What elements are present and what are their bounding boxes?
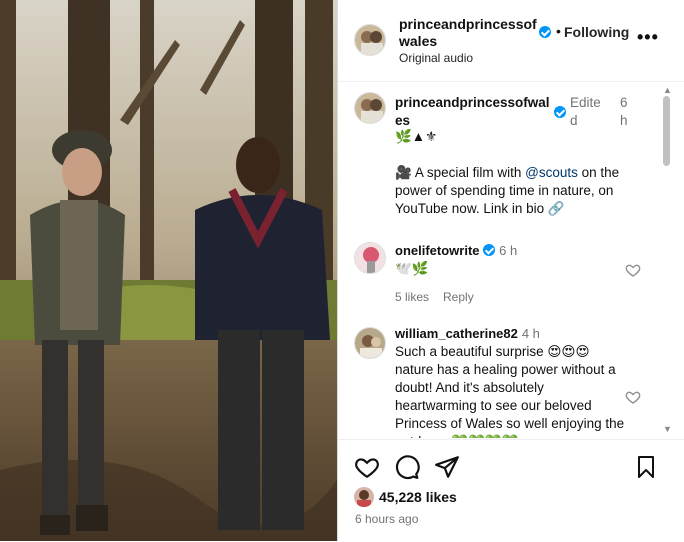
scrollbar-thumb[interactable]	[663, 96, 670, 166]
post-actions: 45,228 likes 6 hours ago	[338, 439, 684, 542]
reply-button[interactable]: Reply	[443, 290, 474, 304]
like-comment-heart-icon[interactable]	[625, 389, 641, 405]
caption-emoji-line: 🌿▲⚜	[395, 129, 438, 144]
share-send-icon[interactable]	[434, 454, 460, 480]
post-header: princeandprincessof wales • Following Or…	[338, 0, 684, 82]
edited-label: Edited	[570, 95, 601, 128]
comment-text: 🕊️🌿	[395, 261, 429, 276]
username-line-1: princeandprincessof	[399, 16, 537, 32]
avatar-image	[355, 25, 385, 55]
liker-avatar[interactable]	[354, 487, 374, 507]
commenter-avatar[interactable]	[354, 242, 386, 274]
verified-badge-icon	[483, 244, 496, 256]
forest-scene-image	[0, 0, 337, 541]
comment-likes[interactable]: 5 likes	[395, 290, 429, 304]
comment-item: onelifetowrite 6 h 🕊️🌿 5 likes Reply	[338, 232, 658, 317]
avatar-image	[355, 243, 385, 273]
post-side-panel: princeandprincessof wales • Following Or…	[337, 0, 684, 541]
account-avatar[interactable]	[354, 24, 386, 56]
like-heart-icon[interactable]	[354, 454, 380, 480]
scroll-up-icon[interactable]: ▲	[663, 85, 672, 95]
post-photo[interactable]	[0, 0, 337, 541]
comments-list[interactable]: princeandprincessofwales Edited 6 h 🌿▲⚜ …	[338, 82, 684, 438]
caption-text-prefix: 🎥 A special film with	[395, 165, 526, 180]
save-bookmark-icon[interactable]	[634, 454, 658, 480]
following-button[interactable]: Following	[564, 24, 629, 40]
avatar-image	[355, 328, 385, 358]
account-username[interactable]: princeandprincessof wales	[399, 16, 537, 50]
caption-username[interactable]: princeandprincessofwales	[395, 94, 555, 130]
comment-username[interactable]: william_catherine82 4 h	[395, 325, 540, 343]
comment-username-text: onelifetowrite	[395, 243, 480, 258]
verified-badge-icon	[539, 26, 551, 38]
likes-count[interactable]: 45,228 likes	[379, 489, 457, 505]
comment-meta: 5 likes Reply	[395, 290, 488, 304]
comment-username[interactable]: onelifetowrite 6 h	[395, 242, 517, 260]
avatar-image	[354, 487, 374, 507]
verified-badge-icon	[554, 106, 566, 118]
caption-item: princeandprincessofwales Edited 6 h 🌿▲⚜ …	[338, 82, 658, 232]
more-options-icon[interactable]: •••	[637, 28, 659, 46]
comment-text: Such a beautiful surprise 😍😍😍 nature has…	[395, 344, 625, 438]
caption-text: 🎥 A special film with @scouts on the pow…	[395, 164, 635, 218]
caption-time[interactable]: 6 h	[620, 94, 632, 130]
comment-icon[interactable]	[394, 454, 420, 480]
scroll-down-icon[interactable]: ▼	[663, 424, 672, 434]
audio-label[interactable]: Original audio	[399, 51, 473, 65]
commenter-avatar[interactable]	[354, 327, 386, 359]
comments-scrollbar[interactable]: ▲ ▼	[660, 82, 674, 438]
comment-username-text: william_catherine82	[395, 326, 518, 341]
avatar-image	[355, 93, 385, 123]
comment-time[interactable]: 4 h	[522, 326, 540, 341]
separator-dot: •	[556, 23, 561, 39]
username-line-2: wales	[399, 33, 438, 49]
like-comment-heart-icon[interactable]	[625, 262, 641, 278]
post-time-ago[interactable]: 6 hours ago	[355, 512, 418, 526]
caption-avatar[interactable]	[354, 92, 386, 124]
comment-item: william_catherine82 4 h Such a beautiful …	[338, 317, 658, 438]
comment-time[interactable]: 6 h	[499, 243, 517, 258]
mention-link[interactable]: @scouts	[525, 165, 578, 180]
